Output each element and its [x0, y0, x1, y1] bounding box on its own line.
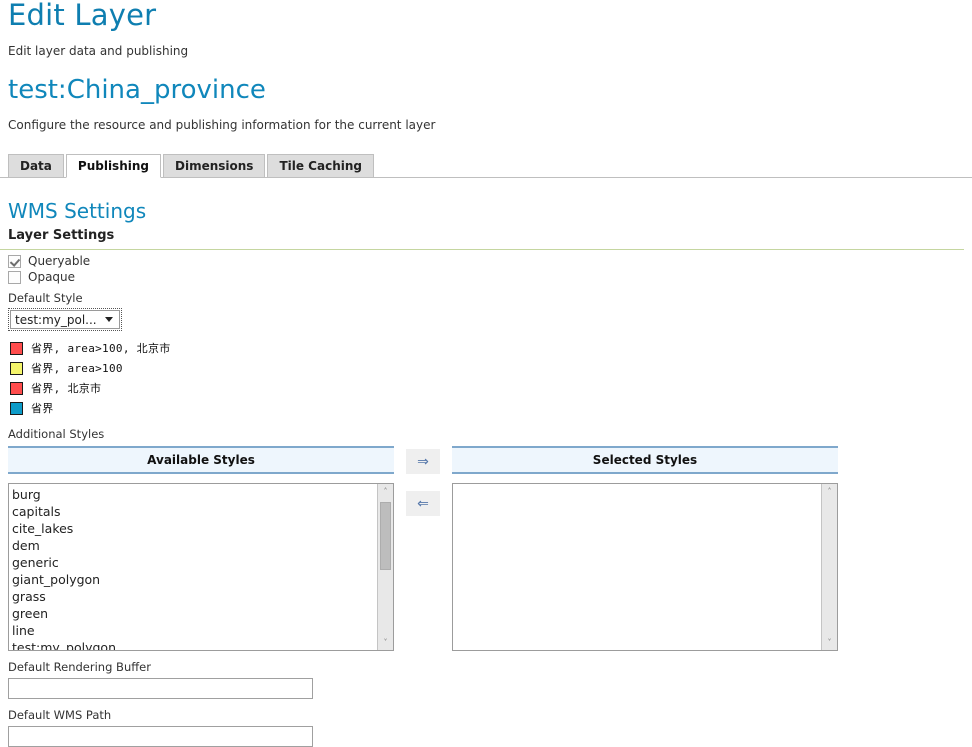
- list-item[interactable]: dem: [12, 537, 377, 554]
- list-item[interactable]: burg: [12, 486, 377, 503]
- legend-row: 省界, 北京市: [8, 378, 964, 398]
- list-item[interactable]: grass: [12, 588, 377, 605]
- tab-publishing[interactable]: Publishing: [65, 154, 161, 178]
- list-item[interactable]: capitals: [12, 503, 377, 520]
- legend-row: 省界: [8, 398, 964, 418]
- list-item[interactable]: test:my_polygon: [12, 639, 377, 650]
- legend-label: 省界, 北京市: [31, 381, 102, 395]
- selected-styles-header: Selected Styles: [452, 446, 838, 474]
- chevron-down-icon: [105, 317, 113, 322]
- selected-styles-column: Selected Styles ˄ ˅: [452, 446, 838, 651]
- rendering-buffer-input[interactable]: [8, 678, 313, 699]
- available-styles-listbox[interactable]: burg capitals cite_lakes dem generic giant_po…: [8, 483, 394, 651]
- rendering-buffer-label: Default Rendering Buffer: [8, 660, 151, 674]
- resource-title: test:China_province: [8, 75, 266, 105]
- default-style-select[interactable]: test:my_pol...: [10, 310, 120, 329]
- tab-dimensions[interactable]: Dimensions: [163, 154, 266, 178]
- checkbox-row-opaque[interactable]: Opaque: [8, 266, 964, 284]
- tab-tile-caching[interactable]: Tile Caching: [267, 154, 374, 178]
- layer-settings-title: Layer Settings: [8, 228, 115, 243]
- list-item[interactable]: cite_lakes: [12, 520, 377, 537]
- available-styles-column: Available Styles burg capitals cite_lakes d…: [8, 446, 394, 651]
- list-item[interactable]: line: [12, 622, 377, 639]
- list-item[interactable]: green: [12, 605, 377, 622]
- scrollbar-thumb[interactable]: [380, 502, 391, 570]
- selected-styles-listbox[interactable]: ˄ ˅: [452, 483, 838, 651]
- scroll-down-icon[interactable]: ˅: [378, 635, 393, 650]
- checkbox-queryable[interactable]: [8, 254, 21, 268]
- page-header: Edit Layer Edit layer data and publishin…: [0, 0, 972, 132]
- list-item[interactable]: giant_polygon: [12, 571, 377, 588]
- publishing-content: WMS Settings Layer Settings Queryable Opa…: [0, 178, 972, 747]
- legend-label: 省界, area>100, 北京市: [31, 341, 171, 355]
- layer-settings-checkboxes: Queryable Opaque: [8, 250, 964, 284]
- checkbox-label-opaque: Opaque: [28, 270, 76, 284]
- legend-color-swatch: [10, 361, 23, 375]
- scroll-down-icon[interactable]: ˅: [822, 635, 837, 650]
- selected-styles-items[interactable]: [453, 484, 821, 650]
- list-item[interactable]: generic: [12, 554, 377, 571]
- add-style-button[interactable]: ⇒: [406, 449, 440, 474]
- scroll-up-icon[interactable]: ˄: [822, 484, 837, 499]
- default-style-select-wrapper: test:my_pol...: [8, 308, 122, 331]
- wms-path-label: Default WMS Path: [8, 708, 112, 722]
- tab-data[interactable]: Data: [8, 154, 64, 178]
- page-subtitle: Edit layer data and publishing: [8, 44, 189, 58]
- wms-settings-title: WMS Settings: [8, 199, 147, 223]
- checkbox-row-queryable[interactable]: Queryable: [8, 250, 964, 268]
- style-legend: 省界, area>100, 北京市 省界, area>100 省界, 北京市 省界: [8, 331, 964, 418]
- styles-dual-list: Available Styles burg capitals cite_lakes d…: [8, 441, 964, 651]
- available-styles-items[interactable]: burg capitals cite_lakes dem generic giant_po…: [9, 484, 377, 650]
- checkbox-label-queryable: Queryable: [28, 254, 91, 268]
- legend-row: 省界, area>100: [8, 358, 964, 378]
- remove-style-button[interactable]: ⇐: [406, 491, 440, 516]
- transfer-buttons: ⇒ ⇐: [400, 446, 446, 516]
- available-styles-header: Available Styles: [8, 446, 394, 474]
- checkbox-opaque[interactable]: [8, 270, 21, 284]
- legend-label: 省界, area>100: [31, 361, 123, 375]
- legend-label: 省界: [31, 401, 54, 415]
- additional-styles-label: Additional Styles: [8, 427, 105, 441]
- wms-path-input[interactable]: [8, 726, 313, 747]
- page-title: Edit Layer: [8, 0, 157, 32]
- available-styles-scrollbar[interactable]: ˄ ˅: [377, 484, 393, 650]
- legend-color-swatch: [10, 341, 23, 355]
- legend-color-swatch: [10, 381, 23, 395]
- default-style-label: Default Style: [8, 291, 83, 305]
- scroll-up-icon[interactable]: ˄: [378, 484, 393, 499]
- tab-bar: Data Publishing Dimensions Tile Caching: [0, 154, 972, 178]
- selected-styles-scrollbar[interactable]: ˄ ˅: [821, 484, 837, 650]
- legend-row: 省界, area>100, 北京市: [8, 338, 964, 358]
- resource-subtitle: Configure the resource and publishing in…: [8, 118, 436, 132]
- legend-color-swatch: [10, 401, 23, 415]
- default-style-value: test:my_pol...: [15, 312, 97, 327]
